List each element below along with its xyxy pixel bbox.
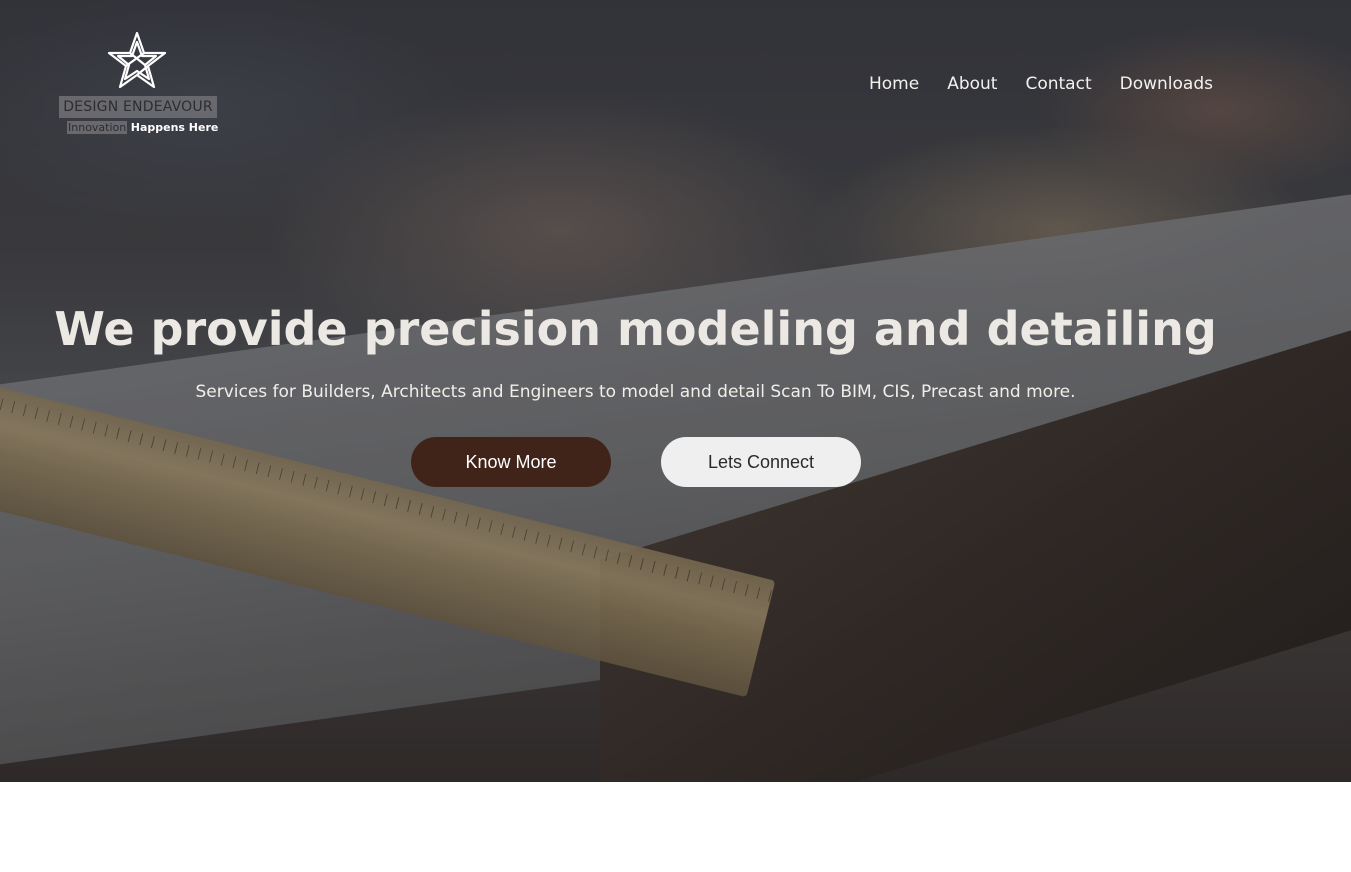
nav-contact[interactable]: Contact: [1025, 72, 1091, 96]
know-more-button[interactable]: Know More: [411, 437, 611, 487]
hero-section: DESIGN ENDEAVOUR Innovation Happens Here…: [0, 0, 1351, 782]
brand-name: DESIGN ENDEAVOUR: [59, 96, 217, 118]
hero-headline: We provide precision modeling and detail…: [54, 302, 1217, 356]
lets-connect-button[interactable]: Lets Connect: [661, 437, 861, 487]
main-nav: Home About Contact Downloads: [869, 72, 1213, 96]
tagline-rest: Happens Here: [130, 121, 219, 134]
tagline-highlight: Innovation: [67, 121, 128, 134]
brand-tagline: Innovation Happens Here: [67, 119, 218, 136]
hero-subheadline: Services for Builders, Architects and En…: [195, 382, 1076, 402]
brand-logo[interactable]: DESIGN ENDEAVOUR Innovation Happens Here: [59, 30, 218, 136]
star-knot-icon: [107, 31, 167, 89]
nav-home[interactable]: Home: [869, 72, 919, 96]
nav-about[interactable]: About: [947, 72, 997, 96]
nav-downloads[interactable]: Downloads: [1120, 72, 1213, 96]
